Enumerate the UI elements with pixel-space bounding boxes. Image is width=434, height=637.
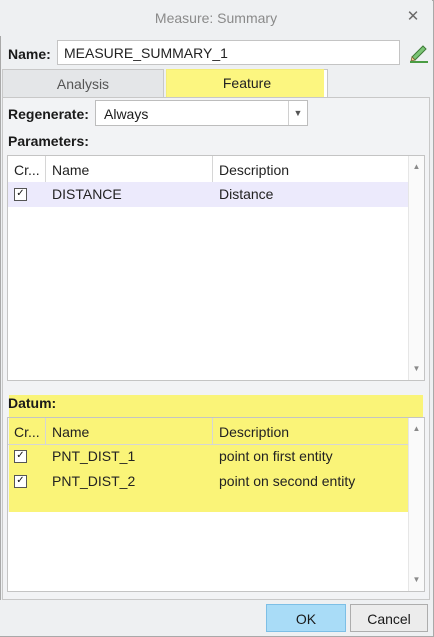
table-row[interactable]: ✓ PNT_DIST_2 point on second entity: [8, 469, 408, 494]
scroll-up-icon[interactable]: ▲: [409, 160, 424, 174]
param-name: DISTANCE: [52, 186, 122, 202]
datum-header: Cr... Name Description: [8, 418, 408, 445]
datum-table: Cr... Name Description ✓ PNT_DIST_1 poin…: [7, 417, 425, 592]
table-row[interactable]: ✓ DISTANCE Distance: [8, 182, 408, 207]
name-label: Name:: [8, 46, 51, 62]
dialog-title: Measure: Summary: [154, 10, 278, 26]
regenerate-label: Regenerate:: [8, 106, 89, 122]
name-input[interactable]: [57, 40, 400, 65]
edit-pencil-icon[interactable]: [408, 40, 430, 64]
datum-description: point on second entity: [219, 473, 356, 489]
column-header-description[interactable]: Description: [213, 156, 407, 182]
datum-description: point on first entity: [219, 448, 333, 464]
datum-scrollbar[interactable]: ▲ ▼: [408, 418, 424, 591]
close-icon[interactable]: ✕: [404, 8, 422, 26]
parameters-table: Cr... Name Description ✓ DISTANCE Distan…: [7, 155, 425, 381]
param-description: Distance: [219, 186, 274, 202]
created-checkbox[interactable]: ✓: [14, 450, 27, 463]
datum-label: Datum:: [8, 395, 57, 411]
chevron-down-icon[interactable]: ▼: [288, 101, 307, 125]
title-bar: Measure: Summary ✕: [0, 0, 432, 36]
column-header-cr[interactable]: Cr...: [8, 156, 46, 182]
datum-name: PNT_DIST_1: [52, 448, 136, 464]
scroll-up-icon[interactable]: ▲: [409, 422, 424, 436]
regenerate-select[interactable]: Always ▼: [95, 100, 308, 126]
datum-name: PNT_DIST_2: [52, 473, 136, 489]
tab-feature[interactable]: Feature: [166, 69, 328, 98]
cancel-button[interactable]: Cancel: [350, 604, 428, 632]
created-checkbox[interactable]: ✓: [14, 188, 27, 201]
ok-button[interactable]: OK: [266, 604, 346, 632]
parameters-header: Cr... Name Description: [8, 156, 408, 183]
created-checkbox[interactable]: ✓: [14, 475, 27, 488]
parameters-scrollbar[interactable]: ▲ ▼: [408, 156, 424, 380]
column-header-description[interactable]: Description: [213, 418, 407, 444]
scroll-down-icon[interactable]: ▼: [409, 362, 424, 376]
tab-analysis[interactable]: Analysis: [2, 69, 164, 98]
regenerate-value: Always: [104, 106, 149, 122]
table-row[interactable]: ✓ PNT_DIST_1 point on first entity: [8, 444, 408, 469]
parameters-label: Parameters:: [8, 133, 89, 149]
column-header-cr[interactable]: Cr...: [8, 418, 46, 444]
scroll-down-icon[interactable]: ▼: [409, 573, 424, 587]
column-header-name[interactable]: Name: [46, 156, 213, 182]
column-header-name[interactable]: Name: [46, 418, 213, 444]
